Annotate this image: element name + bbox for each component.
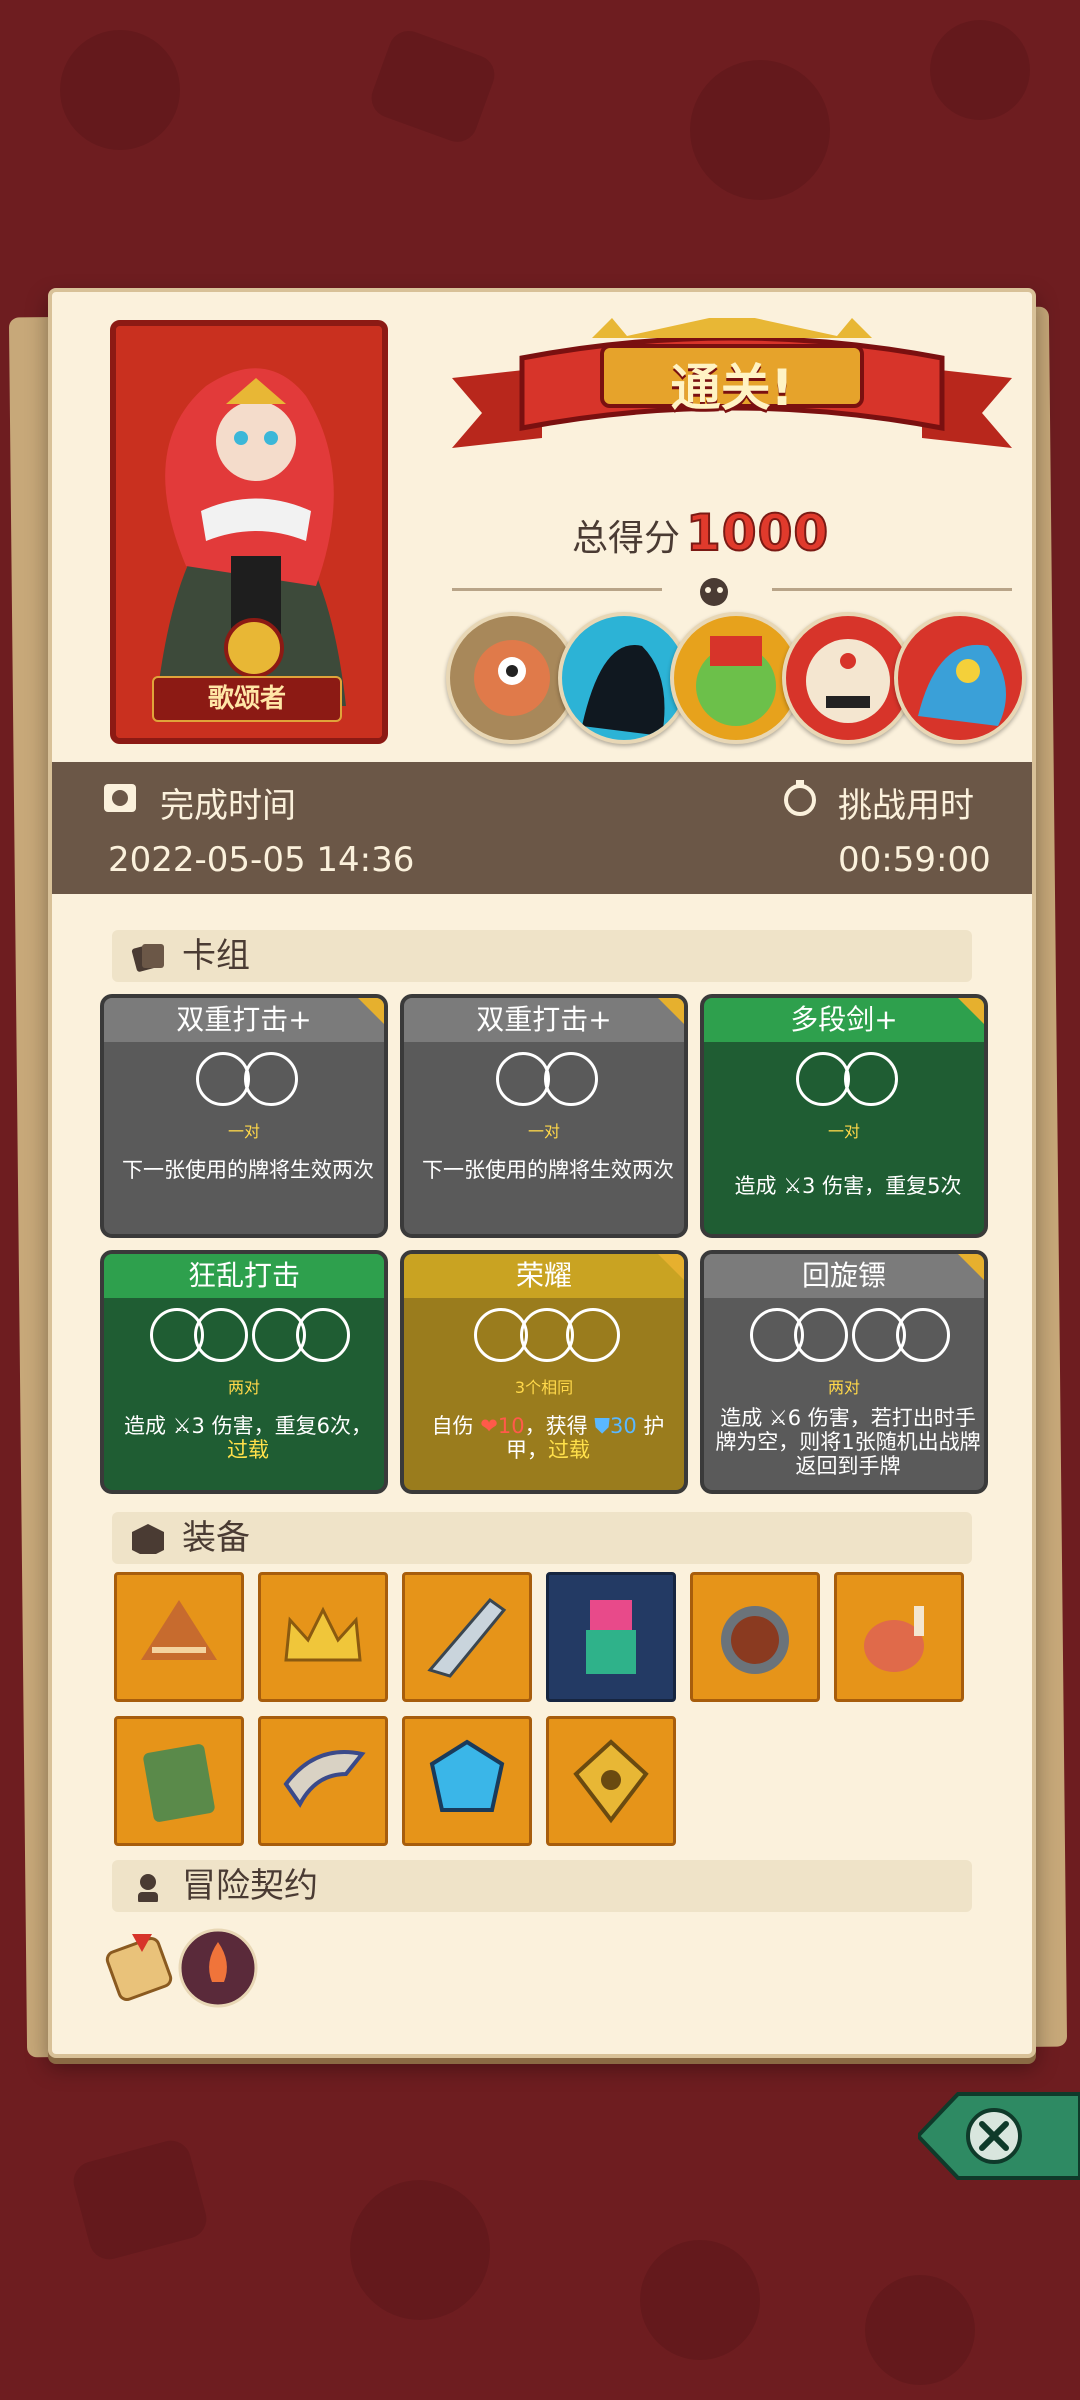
card-rings xyxy=(404,1308,684,1368)
card-title: 多段剑+ xyxy=(704,998,984,1042)
score-value: 1000 xyxy=(685,503,830,563)
card-rings xyxy=(704,1052,984,1112)
camera-icon xyxy=(104,784,136,812)
card-desc: 造成 ⚔3 伤害，重复5次 xyxy=(734,1174,962,1198)
close-icon xyxy=(966,2108,1022,2164)
hero-name: 歌颂者 xyxy=(152,676,342,722)
total-score: 总得分 1000 xyxy=(572,503,972,563)
cards-icon xyxy=(131,944,164,972)
contract-icon xyxy=(138,1874,158,1902)
equip-horn[interactable] xyxy=(258,1716,388,1846)
card-desc: 下一张使用的牌将生效两次 xyxy=(122,1158,374,1182)
card-boomerang[interactable]: 回旋镖 两对 造成 ⚔6 伤害，若打出时手牌为空，则将1张随机出战牌返回到手牌 xyxy=(700,1250,988,1494)
boss-portrait-5[interactable] xyxy=(894,612,1026,744)
card-desc: 自伤 ❤10，获得 ⛊30 护甲，过载 xyxy=(431,1414,665,1462)
card-sub: 一对 xyxy=(527,1122,560,1141)
finish-time-label: 完成时间 xyxy=(160,786,296,826)
card-double-strike-2[interactable]: 双重打击+ 一对 下一张使用的牌将生效两次 xyxy=(400,994,688,1238)
deck-title: 卡组 xyxy=(182,936,250,976)
cube-icon xyxy=(132,1524,164,1554)
challenge-time-value: 00:59:00 xyxy=(838,840,991,880)
victory-title: 通关! xyxy=(670,359,794,417)
card-rings xyxy=(104,1052,384,1112)
card-sub: 3个相同 xyxy=(514,1378,574,1397)
card-rings xyxy=(404,1052,684,1112)
stopwatch-icon xyxy=(784,780,816,816)
equip-moss-book[interactable] xyxy=(114,1716,244,1846)
scroll-icon[interactable] xyxy=(102,1928,176,2008)
card-glory[interactable]: 荣耀 3个相同 自伤 ❤10，获得 ⛊30 护甲，过载 xyxy=(400,1250,688,1494)
card-multi-sword[interactable]: 多段剑+ 一对 造成 ⚔3 伤害，重复5次 xyxy=(700,994,988,1238)
card-title: 狂乱打击 xyxy=(104,1254,384,1298)
contract-title: 冒险契约 xyxy=(182,1866,318,1906)
divider-right xyxy=(772,588,1012,591)
card-sub: 一对 xyxy=(227,1122,260,1141)
equipment-section-header: 装备 xyxy=(112,1512,972,1564)
deck-section-header: 卡组 xyxy=(112,930,972,982)
card-double-strike-1[interactable]: 双重打击+ 一对 下一张使用的牌将生效两次 xyxy=(100,994,388,1238)
equip-totem[interactable] xyxy=(546,1572,676,1702)
card-desc: 造成 ⚔6 伤害，若打出时手牌为空，则将1张随机出战牌返回到手牌 xyxy=(715,1406,981,1478)
card-frenzy-strike[interactable]: 狂乱打击 两对 造成 ⚔3 伤害，重复6次， 过载 xyxy=(100,1250,388,1494)
score-label: 总得分 xyxy=(572,518,681,559)
close-button[interactable] xyxy=(918,2090,1080,2182)
equip-shield-gem[interactable] xyxy=(402,1716,532,1846)
hero-card[interactable]: 歌颂者 xyxy=(110,320,388,744)
equip-ham[interactable] xyxy=(834,1572,964,1702)
equipment-title: 装备 xyxy=(182,1518,250,1558)
time-bar: 完成时间 2022-05-05 14:36 挑战用时 00:59:00 xyxy=(52,762,1032,894)
finish-time-value: 2022-05-05 14:36 xyxy=(108,840,415,880)
hero-medal-icon xyxy=(224,618,284,678)
victory-banner: 通关! xyxy=(452,313,1012,468)
result-panel: 歌颂者 通关! 总得分 1000 完成时间 2022-05-05 14:36 挑… xyxy=(48,288,1036,2058)
card-title: 回旋镖 xyxy=(704,1254,984,1298)
card-rings xyxy=(704,1308,984,1368)
card-sub: 两对 xyxy=(827,1378,860,1397)
equip-pan[interactable] xyxy=(690,1572,820,1702)
equip-crown[interactable] xyxy=(258,1572,388,1702)
contract-section-header: 冒险契约 xyxy=(112,1860,972,1912)
divider-left xyxy=(452,588,662,591)
challenge-time-label: 挑战用时 xyxy=(838,786,974,826)
card-sub: 两对 xyxy=(227,1378,260,1397)
equip-mask[interactable] xyxy=(546,1716,676,1846)
card-title: 双重打击+ xyxy=(104,998,384,1042)
card-rings xyxy=(104,1308,384,1368)
card-desc: 下一张使用的牌将生效两次 xyxy=(422,1158,674,1182)
equip-poncho[interactable] xyxy=(114,1572,244,1702)
card-title: 双重打击+ xyxy=(404,998,684,1042)
card-sub: 一对 xyxy=(827,1122,860,1141)
card-title: 荣耀 xyxy=(404,1254,684,1298)
skull-icon xyxy=(700,578,728,606)
equip-saw[interactable] xyxy=(402,1572,532,1702)
campfire-contract-icon[interactable] xyxy=(178,1928,258,2008)
card-desc: 造成 ⚔3 伤害，重复6次， 过载 xyxy=(124,1414,372,1462)
